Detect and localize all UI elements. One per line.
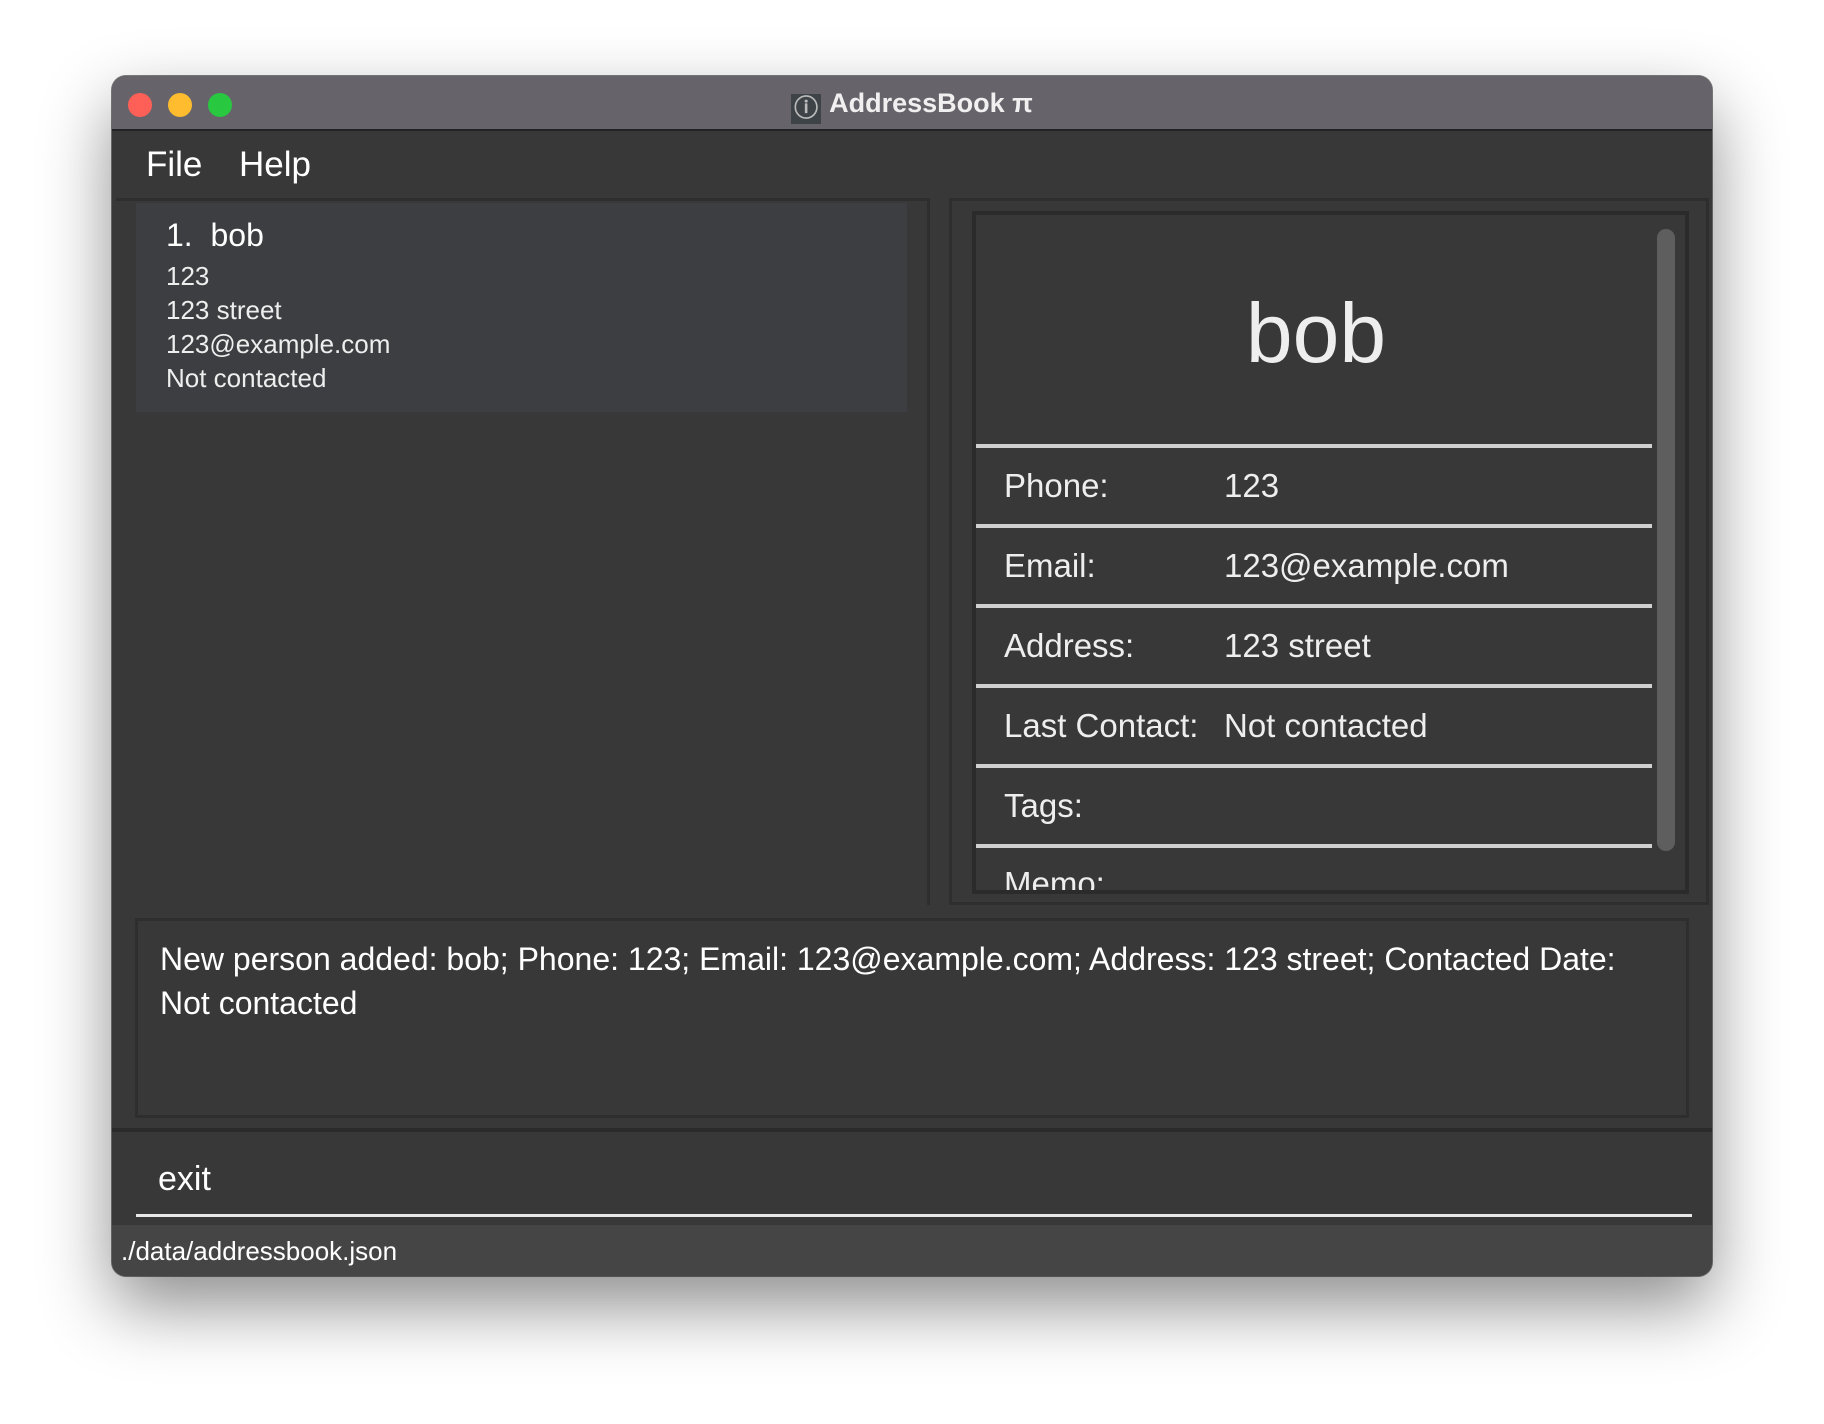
person-detail-panel: bob Phone: 123 Email: 123@example.com Ad…	[949, 198, 1709, 905]
address-value: 123 street	[1224, 627, 1371, 664]
person-list-panel: 1. bob 123 123 street 123@example.com No…	[116, 198, 930, 905]
last-contact-value: Not contacted	[1224, 707, 1428, 744]
app-window: ⓘ AddressBook π File Help 1. bob 123 123 …	[112, 76, 1712, 1276]
title-bar: ⓘ AddressBook π	[112, 76, 1712, 131]
email-value: 123@example.com	[1224, 547, 1509, 584]
divider	[976, 444, 1652, 448]
detail-card: bob Phone: 123 Email: 123@example.com Ad…	[972, 211, 1689, 894]
address-label: Address:	[1004, 627, 1135, 664]
detail-scrollbar[interactable]	[1657, 229, 1675, 851]
menu-bar: File Help	[112, 133, 1712, 198]
divider	[976, 524, 1652, 528]
phone-label: Phone:	[1004, 467, 1109, 504]
result-display: New person added: bob; Phone: 123; Email…	[135, 918, 1689, 1118]
person-card[interactable]: 1. bob 123 123 street 123@example.com No…	[136, 203, 907, 412]
last-contact-label: Last Contact:	[1004, 707, 1199, 744]
save-location: ./data/addressbook.json	[121, 1236, 398, 1266]
command-underline	[136, 1214, 1692, 1217]
person-last-contact: Not contacted	[166, 363, 327, 393]
person-email: 123@example.com	[166, 329, 391, 359]
window-title: ⓘ AddressBook π	[112, 88, 1712, 124]
person-phone: 123	[166, 261, 210, 291]
person-name: 1. bob	[166, 217, 264, 253]
divider	[976, 684, 1652, 688]
result-text: New person added: bob; Phone: 123; Email…	[160, 941, 1616, 1021]
email-label: Email:	[1004, 547, 1096, 584]
pi-icon: ⓘ	[791, 94, 822, 124]
menu-file[interactable]: File	[146, 145, 202, 185]
command-input[interactable]: exit	[158, 1160, 211, 1199]
person-address: 123 street	[166, 295, 282, 325]
command-box[interactable]: exit	[112, 1128, 1712, 1225]
memo-label: Memo:	[1004, 865, 1105, 894]
tags-label: Tags:	[1004, 787, 1083, 824]
divider	[976, 604, 1652, 608]
window-title-text: AddressBook π	[829, 88, 1033, 118]
status-bar: ./data/addressbook.json	[112, 1225, 1712, 1276]
phone-value: 123	[1224, 467, 1280, 504]
divider	[976, 844, 1652, 848]
menu-help[interactable]: Help	[239, 145, 311, 185]
detail-name: bob	[1245, 286, 1387, 380]
divider	[976, 764, 1652, 768]
